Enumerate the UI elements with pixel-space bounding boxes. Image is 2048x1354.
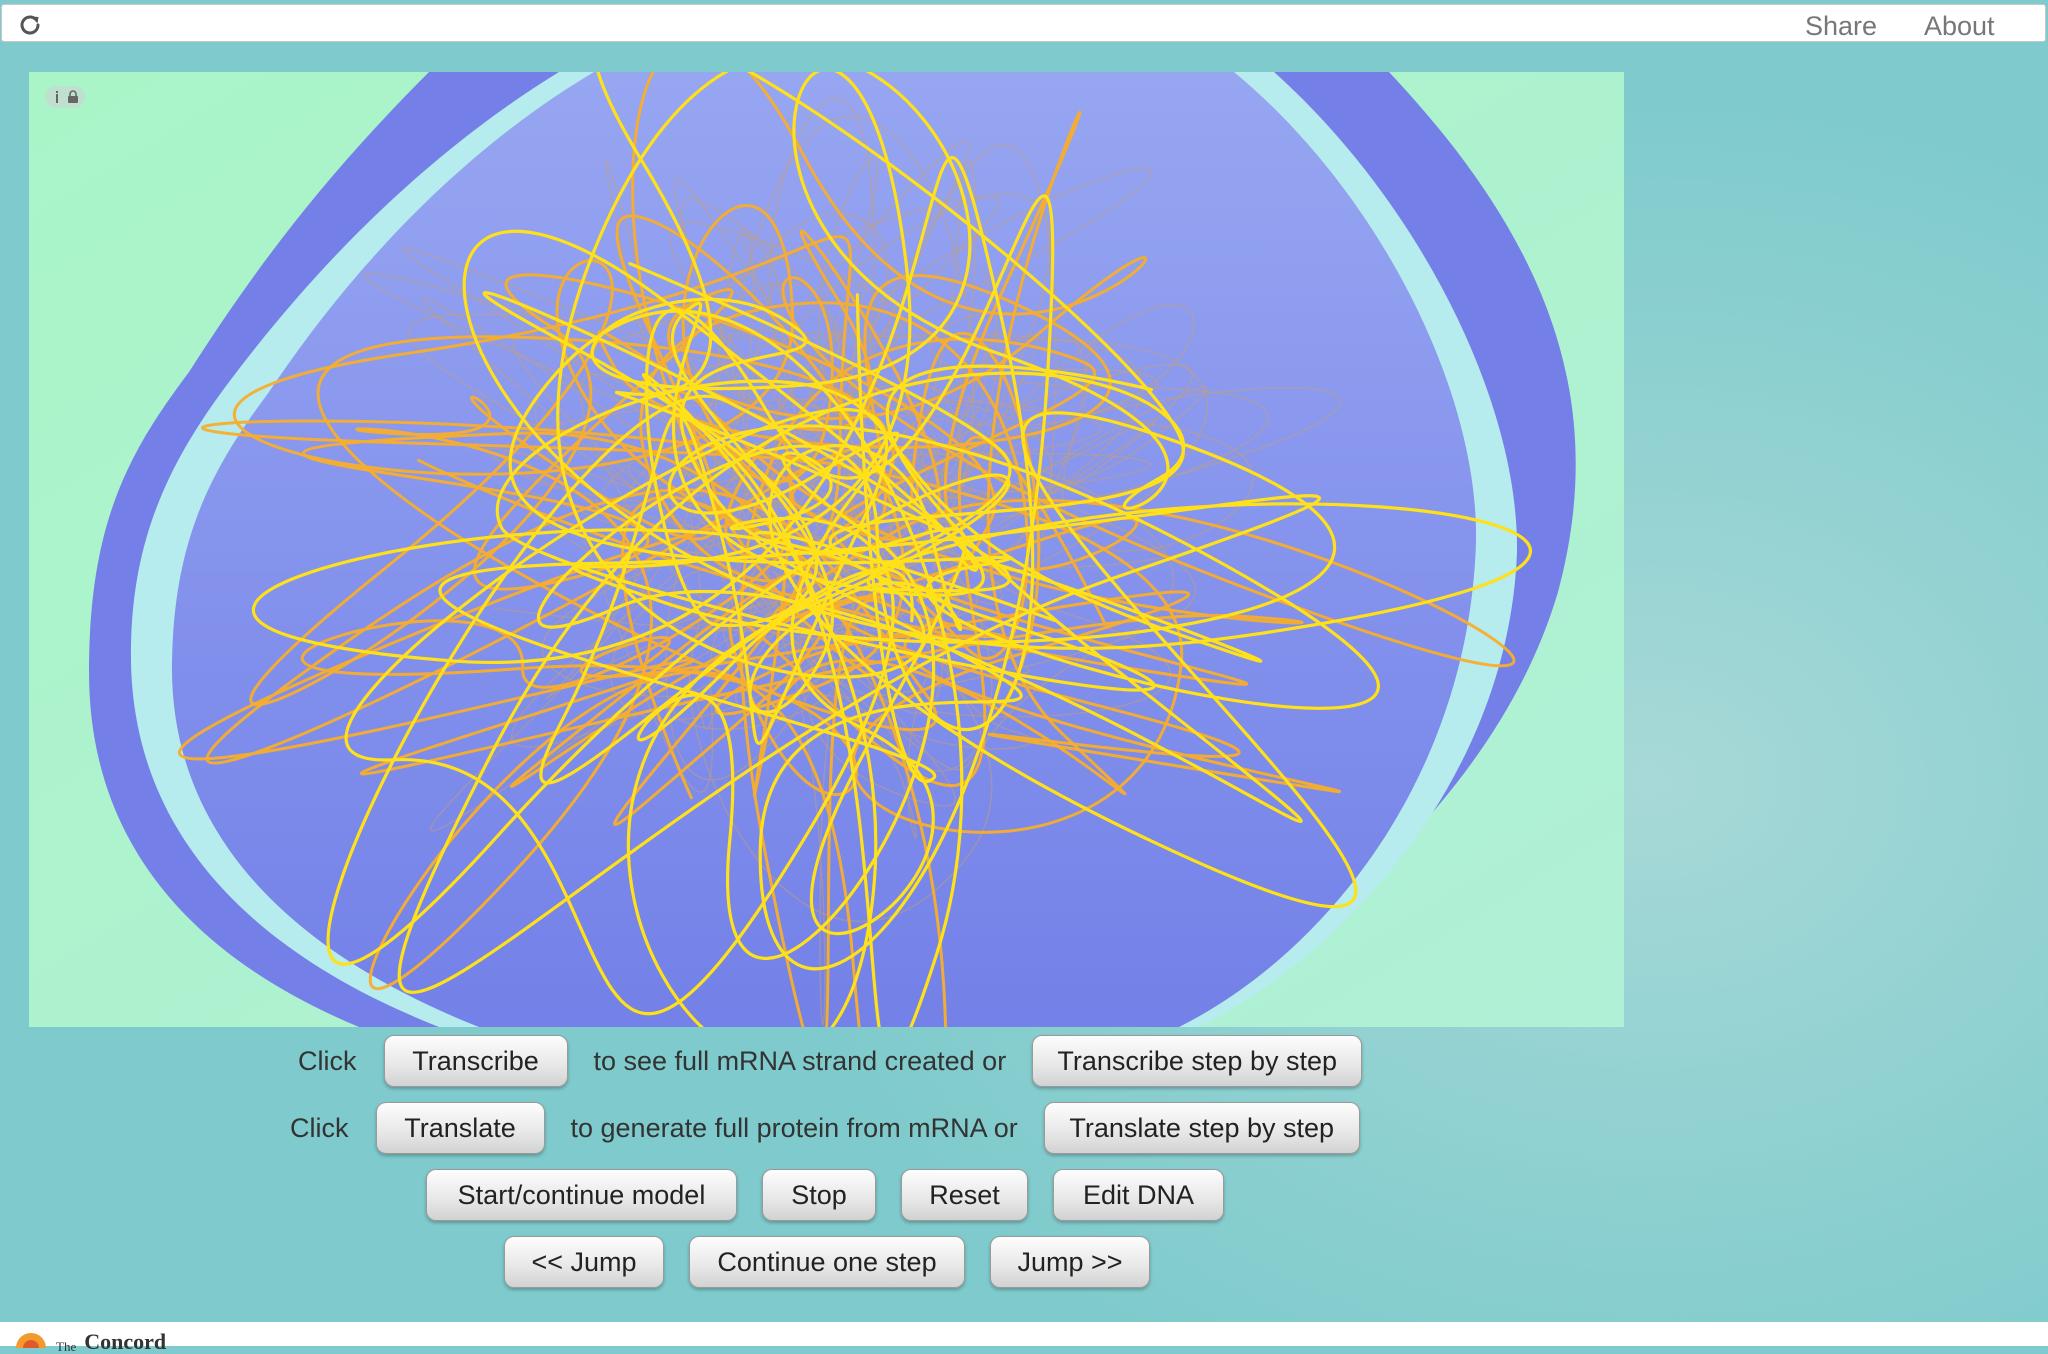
concord-logo[interactable]: The Concord: [14, 1328, 167, 1354]
concord-logo-icon: [14, 1328, 48, 1354]
model-controls: [45, 86, 85, 108]
logo-the: The: [56, 1339, 77, 1354]
step-control-row: << Jump Continue one step Jump >>: [504, 1235, 1150, 1289]
share-link[interactable]: Share: [1805, 11, 1877, 42]
lock-icon[interactable]: [67, 90, 79, 104]
translate-button[interactable]: Translate: [375, 1102, 545, 1154]
translate-prefix-label: Click: [290, 1112, 349, 1143]
logo-name: Concord: [84, 1329, 167, 1354]
edit-dna-button[interactable]: Edit DNA: [1053, 1169, 1224, 1221]
about-link[interactable]: About: [1924, 11, 1995, 42]
jump-forward-button[interactable]: Jump >>: [990, 1236, 1150, 1288]
top-bar: Share About: [1, 4, 2046, 42]
reset-button[interactable]: Reset: [901, 1169, 1028, 1221]
transcribe-step-button[interactable]: Transcribe step by step: [1032, 1035, 1363, 1087]
translate-row: Click Translate to generate full protein…: [290, 1101, 1360, 1155]
translate-step-button[interactable]: Translate step by step: [1043, 1102, 1360, 1154]
transcribe-prefix-label: Click: [298, 1045, 357, 1076]
translate-description: to generate full protein from mRNA or: [570, 1112, 1018, 1143]
stop-button[interactable]: Stop: [762, 1169, 876, 1221]
info-icon[interactable]: [52, 90, 62, 104]
model-control-row: Start/continue model Stop Reset Edit DNA: [426, 1168, 1224, 1222]
transcribe-description: to see full mRNA strand created or: [593, 1045, 1007, 1076]
jump-back-button[interactable]: << Jump: [504, 1236, 664, 1288]
transcribe-button[interactable]: Transcribe: [383, 1035, 568, 1087]
continue-one-step-button[interactable]: Continue one step: [689, 1236, 965, 1288]
start-continue-button[interactable]: Start/continue model: [426, 1169, 737, 1221]
footer: The Concord: [0, 1322, 2048, 1354]
reload-icon[interactable]: [16, 11, 44, 39]
dna-model-canvas[interactable]: [29, 72, 1624, 1027]
transcribe-row: Click Transcribe to see full mRNA strand…: [298, 1034, 1363, 1088]
